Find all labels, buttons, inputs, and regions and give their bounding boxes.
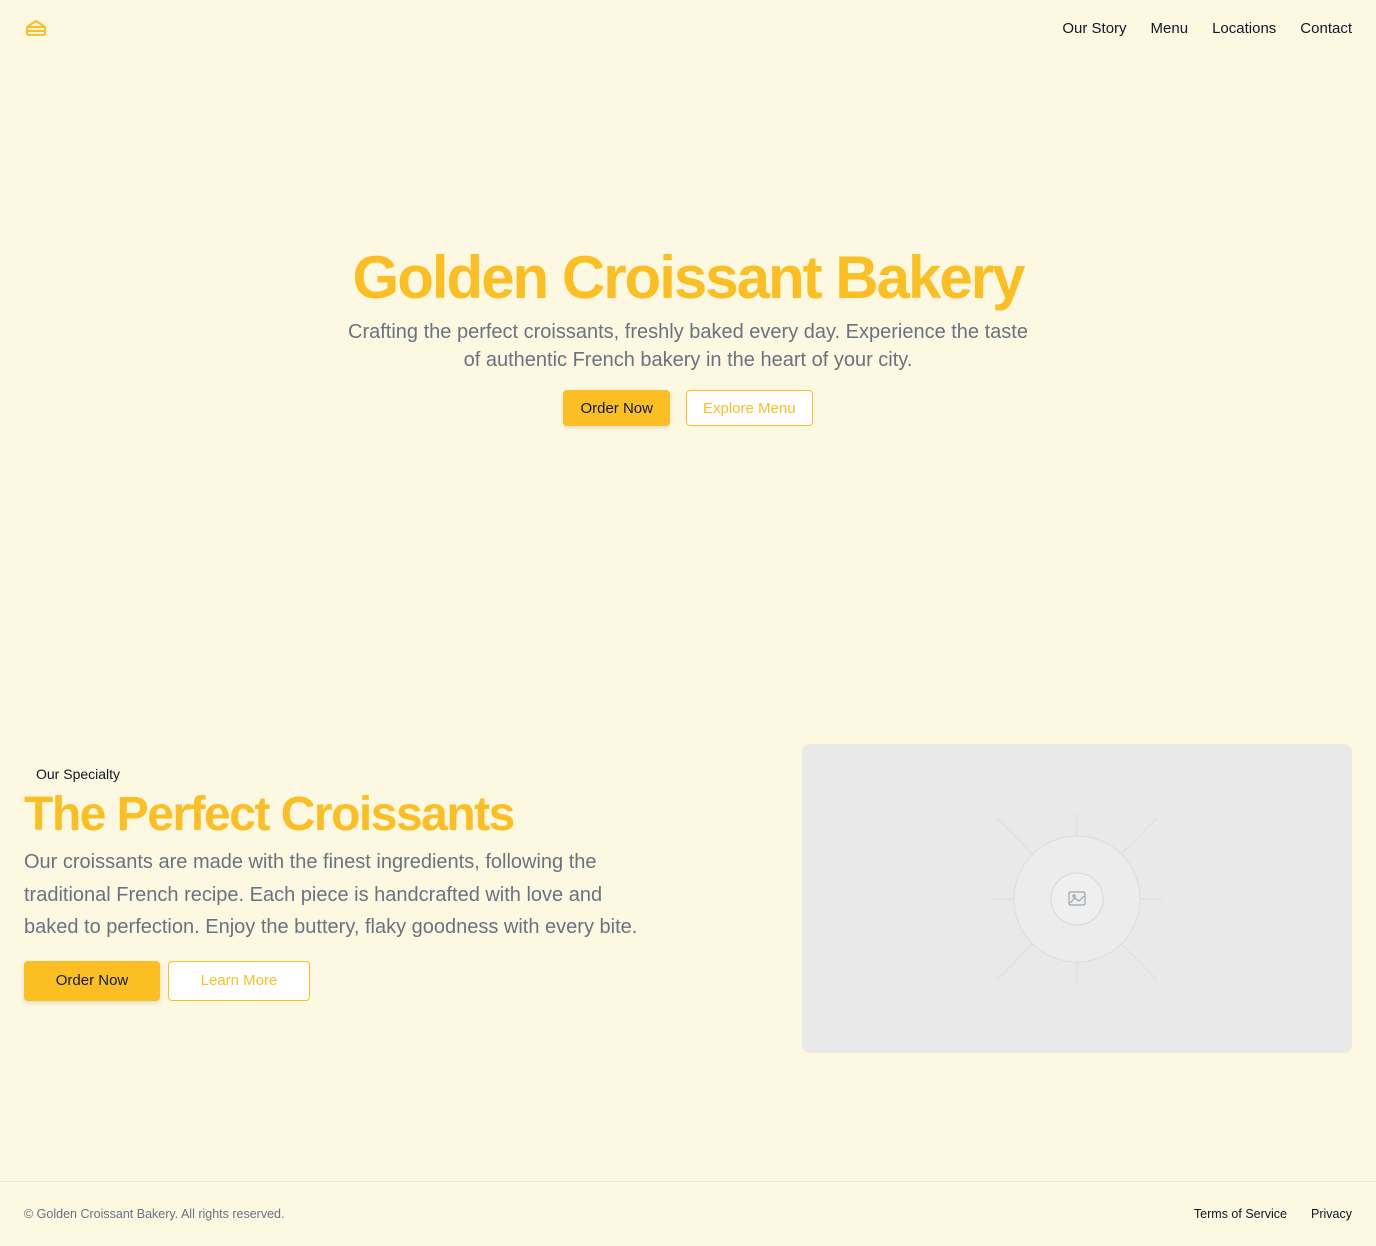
- privacy-link[interactable]: Privacy: [1311, 1207, 1352, 1221]
- site-footer: © Golden Croissant Bakery. All rights re…: [0, 1181, 1376, 1246]
- footer-links: Terms of Service Privacy: [1194, 1207, 1352, 1221]
- specialty-section: Our Specialty The Perfect Croissants Our…: [24, 744, 1352, 1054]
- specialty-eyebrow: Our Specialty: [36, 766, 121, 782]
- explore-menu-button[interactable]: Explore Menu: [685, 390, 813, 426]
- nav-link-contact[interactable]: Contact: [1300, 20, 1352, 37]
- main-nav: Our Story Menu Locations Contact: [1062, 20, 1352, 37]
- croissant-image: [802, 744, 1352, 1053]
- specialty-content: Our Specialty The Perfect Croissants Our…: [24, 764, 644, 1001]
- nav-link-menu[interactable]: Menu: [1151, 20, 1189, 37]
- specialty-order-now-button[interactable]: Order Now: [24, 960, 160, 1001]
- terms-of-service-link[interactable]: Terms of Service: [1194, 1207, 1287, 1221]
- specialty-actions: Order Now Learn More: [24, 960, 644, 1001]
- nav-link-locations[interactable]: Locations: [1212, 20, 1276, 37]
- copyright-text: © Golden Croissant Bakery. All rights re…: [24, 1207, 285, 1221]
- hero-subtitle: Crafting the perfect croissants, freshly…: [348, 321, 1028, 371]
- hero-title: Golden Croissant Bakery: [352, 244, 1026, 311]
- hero-actions: Order Now Explore Menu: [0, 390, 1376, 426]
- specialty-description: Our croissants are made with the finest …: [24, 851, 638, 938]
- image-placeholder-icon: [992, 814, 1162, 984]
- bread-slice-icon[interactable]: [24, 16, 48, 40]
- specialty-title: The Perfect Croissants: [24, 788, 515, 841]
- learn-more-button[interactable]: Learn More: [168, 960, 310, 1001]
- hero-section: Golden Croissant Bakery Crafting the per…: [0, 240, 1376, 426]
- order-now-button[interactable]: Order Now: [563, 390, 670, 426]
- nav-link-our-story[interactable]: Our Story: [1062, 20, 1126, 37]
- site-header: Our Story Menu Locations Contact: [0, 0, 1376, 56]
